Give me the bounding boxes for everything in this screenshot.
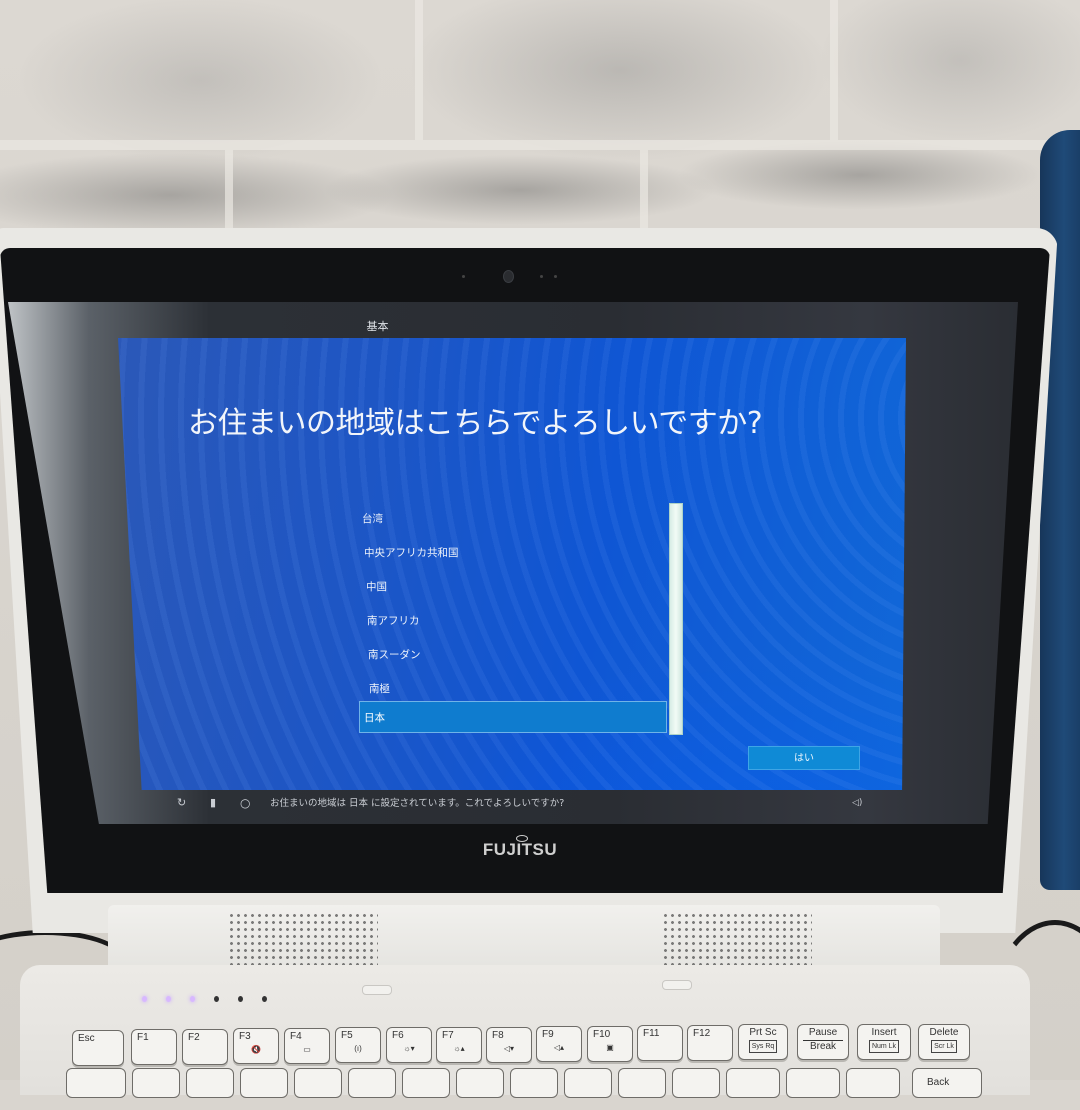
brand-logo-infinity	[516, 835, 528, 842]
region-list-item[interactable]: 台湾	[358, 503, 666, 535]
cortana-icon[interactable]: ○	[240, 797, 250, 809]
key-f8[interactable]: F8 ◁▾	[486, 1027, 532, 1063]
deck-latch	[662, 980, 692, 990]
key-label: F10	[593, 1029, 611, 1040]
wall-mortar-line	[415, 0, 423, 140]
sensor-dot	[540, 275, 543, 278]
key-label: Esc	[78, 1033, 95, 1044]
keyboard-key[interactable]	[726, 1068, 780, 1098]
wall-mortar-line	[0, 140, 1080, 150]
status-led	[214, 996, 219, 1002]
keyboard-key[interactable]	[786, 1068, 840, 1098]
key-label: Insert	[871, 1027, 897, 1038]
key-label: Pause	[808, 1027, 838, 1038]
brightness-down-icon: ☼▾	[403, 1044, 415, 1053]
speaker-grille	[228, 912, 378, 970]
key-f2[interactable]: F2	[182, 1029, 228, 1065]
key-sublabel: Scr Lk	[931, 1040, 957, 1053]
key-pause[interactable]: Pause Break	[797, 1024, 849, 1060]
key-label: F4	[290, 1031, 302, 1042]
status-led	[166, 996, 171, 1002]
key-f12[interactable]: F12	[687, 1025, 733, 1061]
key-f7[interactable]: F7 ☼▴	[436, 1027, 482, 1063]
keyboard-key[interactable]	[294, 1068, 342, 1098]
keyboard-key[interactable]	[132, 1068, 180, 1098]
page-title: お住まいの地域はこちらでよろしいですか?	[188, 406, 763, 441]
key-label: F1	[137, 1032, 149, 1043]
deck-latch	[362, 985, 392, 995]
keyboard-key[interactable]	[402, 1068, 450, 1098]
keyboard-key[interactable]	[240, 1068, 288, 1098]
key-label: F8	[492, 1030, 504, 1041]
key-esc[interactable]: Esc	[72, 1030, 124, 1066]
speaker-grille	[662, 912, 812, 970]
sensor-dot	[462, 275, 465, 278]
region-list-item[interactable]: 中央アフリカ共和国	[360, 537, 668, 569]
region-list-item[interactable]: 中国	[362, 571, 670, 603]
keyboard-key[interactable]	[672, 1068, 720, 1098]
volume-up-icon: ◁▴	[553, 1043, 565, 1052]
region-list-item[interactable]: 南アフリカ	[363, 605, 671, 637]
key-label: F11	[643, 1028, 660, 1039]
keyboard-key[interactable]	[510, 1068, 558, 1098]
key-f5[interactable]: F5 (ı)	[335, 1027, 381, 1063]
key-label: F2	[188, 1032, 200, 1043]
accessibility-icon[interactable]: ↻	[177, 797, 186, 809]
key-f10[interactable]: F10 ▣	[587, 1026, 633, 1062]
microphone-icon[interactable]: ▮	[210, 797, 216, 809]
mute-icon: 🔇	[251, 1045, 261, 1054]
status-led	[190, 996, 195, 1002]
volume-down-icon: ◁▾	[503, 1044, 515, 1053]
key-label: F6	[392, 1030, 404, 1041]
key-f1[interactable]: F1	[131, 1029, 177, 1065]
keyboard-key[interactable]	[186, 1068, 234, 1098]
key-f6[interactable]: F6 ☼▾	[386, 1027, 432, 1063]
key-prtsc[interactable]: Prt Sc Sys Rq	[738, 1024, 788, 1060]
wall-mortar-line	[830, 0, 838, 140]
key-f11[interactable]: F11	[637, 1025, 683, 1061]
key-sublabel: Sys Rq	[748, 1040, 778, 1053]
key-f9[interactable]: F9 ◁▴	[536, 1026, 582, 1062]
key-label: F3	[239, 1031, 251, 1042]
region-list-scrollbar[interactable]	[669, 503, 683, 735]
wireless-icon: (ı)	[354, 1044, 362, 1053]
keyboard-key[interactable]	[456, 1068, 504, 1098]
key-label: F12	[693, 1028, 711, 1039]
key-insert[interactable]: Insert Num Lk	[857, 1024, 911, 1060]
yes-button[interactable]: はい	[748, 746, 860, 770]
display-switch-icon: ▣	[606, 1043, 614, 1052]
key-backspace[interactable]: Back	[912, 1068, 982, 1098]
key-sublabel: Break	[803, 1040, 843, 1052]
key-f3[interactable]: F3 🔇	[233, 1028, 279, 1064]
status-message: お住まいの地域は 日本 に設定されています。これでよろしいですか?	[270, 798, 565, 809]
status-led	[238, 996, 243, 1002]
wall-mortar-line	[640, 150, 648, 230]
keyboard-key[interactable]	[846, 1068, 900, 1098]
keyboard-key[interactable]	[66, 1068, 126, 1098]
keyboard-key[interactable]	[618, 1068, 666, 1098]
brand-logo: FUJITSU	[482, 840, 558, 859]
key-f4[interactable]: F4 ▭	[284, 1028, 330, 1064]
keyboard-key[interactable]	[564, 1068, 612, 1098]
key-label: F9	[542, 1029, 554, 1040]
webcam-icon	[503, 270, 514, 283]
speaker-icon[interactable]: ◁)	[852, 797, 862, 809]
key-sublabel: Num Lk	[868, 1040, 900, 1053]
key-label: F5	[341, 1030, 353, 1041]
sensor-dot	[554, 275, 557, 278]
key-label: F7	[442, 1030, 454, 1041]
status-led	[262, 996, 267, 1002]
region-list-item-selected[interactable]: 日本	[359, 701, 667, 733]
keyboard-key[interactable]	[348, 1068, 396, 1098]
region-list-item[interactable]: 南スーダン	[364, 639, 672, 671]
key-delete[interactable]: Delete Scr Lk	[918, 1024, 970, 1060]
status-led	[142, 996, 147, 1002]
region-list[interactable]: 台湾 中央アフリカ共和国 中国 南アフリカ 南スーダン 南極 日本	[358, 503, 668, 735]
touchpad-icon: ▭	[303, 1045, 311, 1054]
key-label: Delete	[929, 1027, 959, 1038]
wall-mortar-line	[225, 150, 233, 230]
brightness-up-icon: ☼▴	[453, 1044, 465, 1053]
key-label: Prt Sc	[749, 1027, 777, 1038]
tab-basic[interactable]: 基本	[300, 318, 455, 334]
